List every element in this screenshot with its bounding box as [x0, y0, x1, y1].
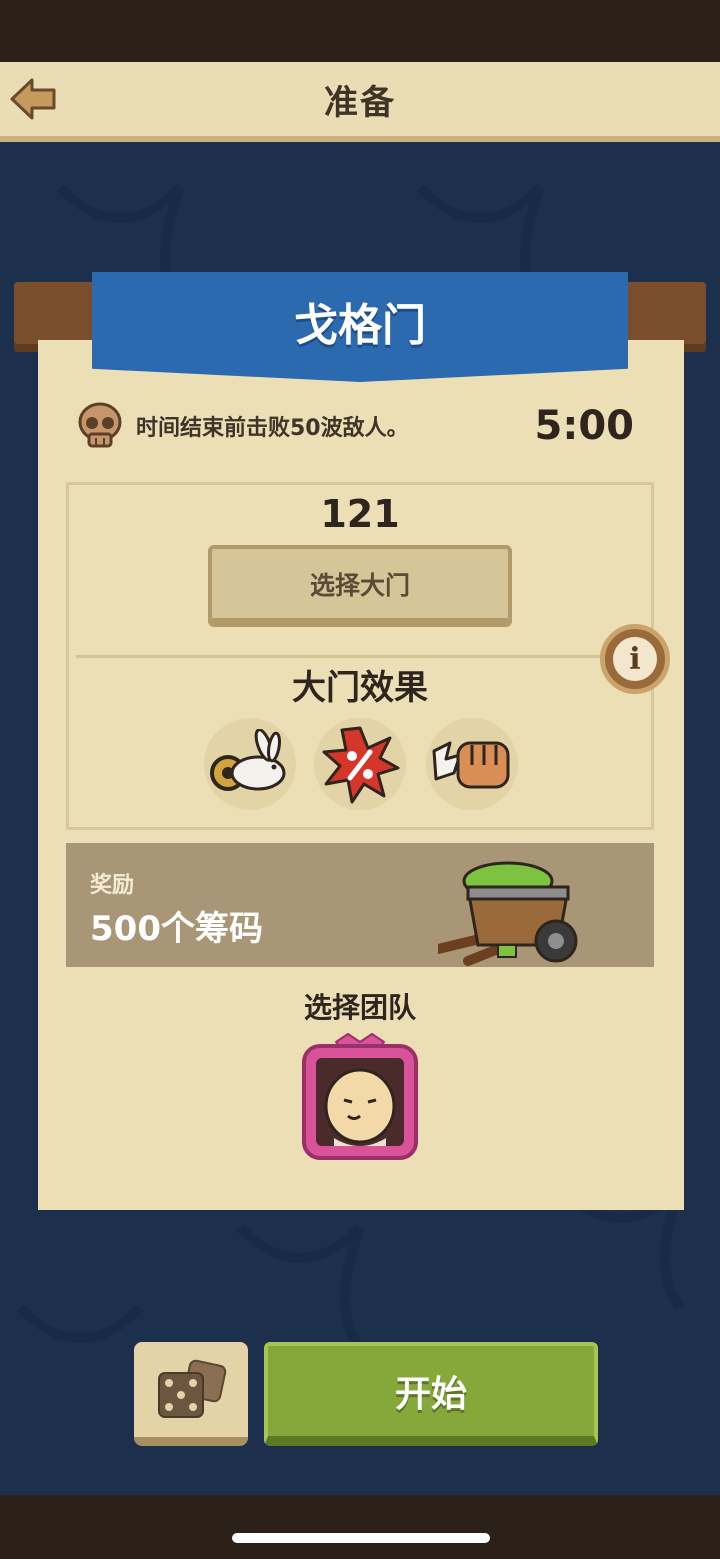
status-bar-background — [0, 0, 720, 62]
dice-icon — [158, 1359, 227, 1418]
start-button[interactable]: 开始 — [264, 1342, 598, 1446]
back-button[interactable] — [8, 76, 58, 122]
home-indicator[interactable] — [232, 1533, 490, 1543]
start-label: 开始 — [394, 1374, 467, 1415]
hero-portrait-icon — [302, 1032, 418, 1160]
divider — [76, 655, 644, 658]
page-title: 准备 — [324, 82, 396, 123]
time-limit: 5:00 — [534, 403, 635, 449]
hero-slot[interactable] — [298, 1030, 422, 1164]
level-banner: 戈格门 — [92, 272, 628, 382]
gate-effects-title: 大门效果 — [292, 668, 428, 708]
skull-icon — [78, 402, 122, 448]
select-gate-button[interactable]: 选择大门 — [208, 545, 512, 627]
objective-row: 时间结束前击败50波敌人。 5:00 — [74, 398, 634, 454]
reward-value: 500个筹码 — [90, 909, 263, 949]
team-title: 选择团队 — [303, 991, 416, 1024]
header-bar: 准备 — [0, 62, 720, 142]
bottom-bar — [0, 1495, 720, 1559]
mine-cart-icon — [438, 861, 578, 966]
effect-speed[interactable] — [204, 718, 296, 810]
reward-panel: 奖励 500个筹码 — [66, 843, 654, 967]
percent-burst-icon — [322, 726, 400, 804]
fist-icon — [432, 741, 510, 789]
rabbit-speed-icon — [210, 729, 286, 791]
select-gate-label: 选择大门 — [309, 570, 410, 600]
objective-text: 时间结束前击败50波敌人。 — [136, 416, 409, 441]
level-name: 戈格门 — [294, 300, 426, 351]
reward-label: 奖励 — [90, 873, 135, 898]
effect-percent[interactable] — [314, 718, 406, 810]
gate-number: 121 — [320, 492, 400, 536]
effect-strength[interactable] — [426, 718, 518, 810]
arrow-left-icon — [10, 78, 56, 120]
random-button[interactable] — [134, 1342, 248, 1446]
